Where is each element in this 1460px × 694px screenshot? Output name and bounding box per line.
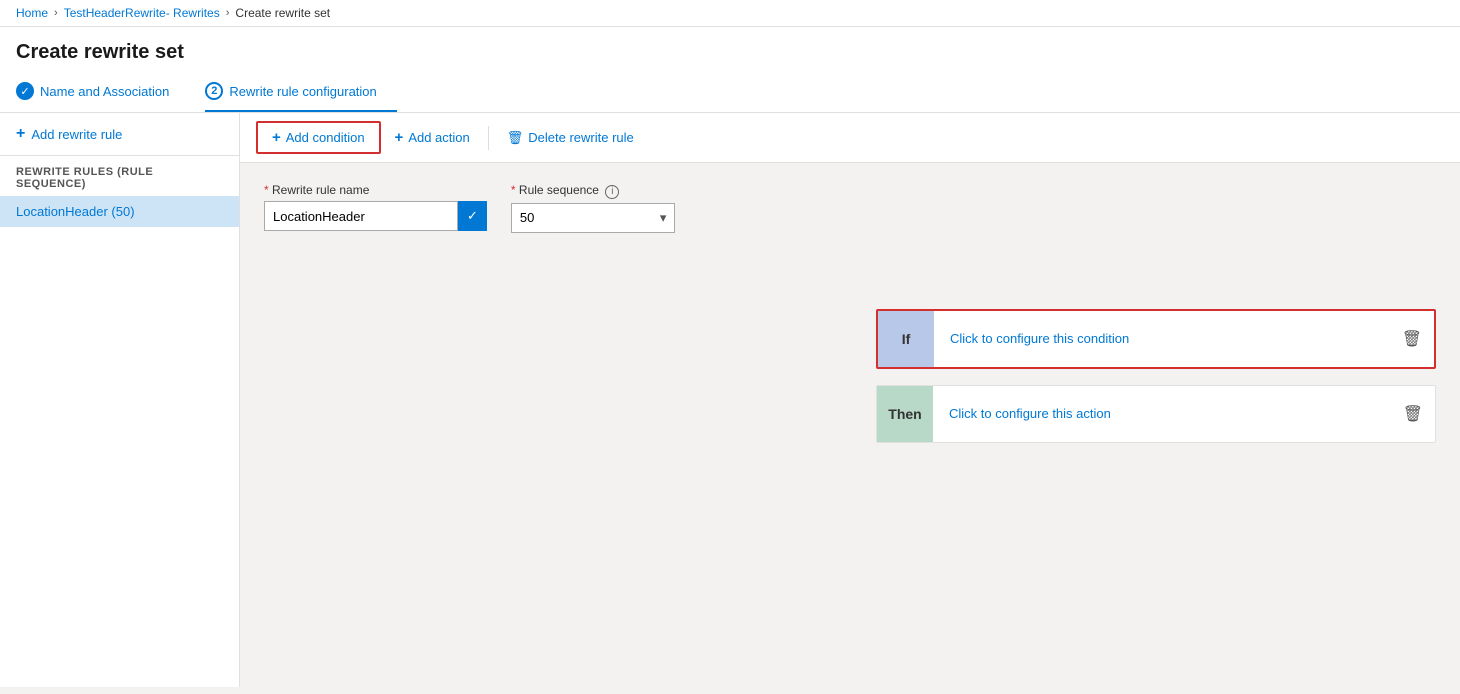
page-title: Create rewrite set [0, 27, 1460, 72]
condition-action-area: If Click to configure this condition 🗑 T… [240, 293, 1460, 459]
rule-sequence-label-text: Rule sequence [519, 183, 599, 197]
rule-name-input-row: ✓ [264, 201, 487, 231]
sidebar: + Add rewrite rule REWRITE RULES (RULE S… [0, 113, 240, 687]
action-box: Then Click to configure this action 🗑 [876, 385, 1436, 443]
breadcrumb-current: Create rewrite set [235, 6, 330, 20]
tab-name-association[interactable]: ✓ Name and Association [16, 72, 189, 112]
tabs-bar: ✓ Name and Association 2 Rewrite rule co… [0, 72, 1460, 113]
condition-box: If Click to configure this condition 🗑 [876, 309, 1436, 369]
action-text[interactable]: Click to configure this action [933, 406, 1391, 421]
condition-trash-icon: 🗑 [1402, 331, 1422, 348]
toolbar: + Add condition + Add action 🗑 Delete re… [240, 113, 1460, 163]
tab-check-icon: ✓ [16, 82, 34, 100]
add-action-label: Add action [408, 130, 469, 145]
tab-rewrite-rule-config-label: Rewrite rule configuration [229, 84, 376, 99]
tab-name-association-label: Name and Association [40, 84, 169, 99]
rule-sequence-select[interactable]: 50 [512, 204, 652, 232]
rule-name-field: * Rewrite rule name ✓ [264, 183, 487, 231]
delete-label: Delete rewrite rule [528, 130, 634, 145]
add-action-button[interactable]: + Add action [381, 123, 484, 152]
sidebar-item-location-header[interactable]: LocationHeader (50) [0, 196, 239, 227]
add-condition-plus-icon: + [272, 129, 281, 146]
form-area: * Rewrite rule name ✓ * Rule sequence [240, 163, 1460, 273]
toolbar-separator [488, 126, 489, 150]
breadcrumb: Home › TestHeaderRewrite- Rewrites › Cre… [0, 0, 1460, 27]
action-trash-icon: 🗑 [1403, 406, 1423, 423]
condition-badge: If [878, 311, 934, 367]
rule-sequence-field: * Rule sequence i 50 ▾ [511, 183, 676, 233]
add-condition-button[interactable]: + Add condition [256, 121, 381, 154]
rule-sequence-label: * Rule sequence i [511, 183, 676, 199]
breadcrumb-parent[interactable]: TestHeaderRewrite- Rewrites [64, 6, 220, 20]
rule-name-check-button[interactable]: ✓ [458, 201, 487, 231]
sidebar-item-label: LocationHeader (50) [16, 204, 135, 219]
add-rewrite-rule-plus-icon: + [16, 125, 25, 143]
add-condition-label: Add condition [286, 130, 365, 145]
tab-rewrite-rule-config[interactable]: 2 Rewrite rule configuration [205, 72, 396, 112]
rule-name-label-text: Rewrite rule name [272, 183, 369, 197]
add-rewrite-rule-button[interactable]: + Add rewrite rule [0, 113, 239, 156]
rule-sequence-required-star: * [511, 183, 516, 197]
condition-text[interactable]: Click to configure this condition [934, 331, 1390, 346]
rule-sequence-select-row: 50 ▾ [511, 203, 676, 233]
delete-trash-icon: 🗑 [507, 130, 524, 146]
action-delete-button[interactable]: 🗑 [1391, 404, 1435, 424]
rule-sequence-chevron-icon: ▾ [652, 210, 675, 226]
rule-sequence-info-icon[interactable]: i [605, 185, 619, 199]
main-layout: + Add rewrite rule REWRITE RULES (RULE S… [0, 113, 1460, 687]
add-rewrite-rule-label: Add rewrite rule [31, 127, 122, 142]
content-area: + Add condition + Add action 🗑 Delete re… [240, 113, 1460, 687]
condition-delete-button[interactable]: 🗑 [1390, 329, 1434, 349]
add-action-plus-icon: + [395, 129, 404, 146]
action-badge: Then [877, 386, 933, 442]
tab-rewrite-badge: 2 [205, 82, 223, 100]
delete-rewrite-rule-button[interactable]: 🗑 Delete rewrite rule [493, 124, 648, 152]
sidebar-section-label: REWRITE RULES (RULE SEQUENCE) [0, 156, 239, 196]
rule-name-required-star: * [264, 183, 269, 197]
form-row: * Rewrite rule name ✓ * Rule sequence [264, 183, 1436, 233]
rule-name-label: * Rewrite rule name [264, 183, 487, 197]
rule-name-check-icon: ✓ [467, 208, 478, 224]
breadcrumb-home[interactable]: Home [16, 6, 48, 20]
rule-name-input[interactable] [264, 201, 458, 231]
